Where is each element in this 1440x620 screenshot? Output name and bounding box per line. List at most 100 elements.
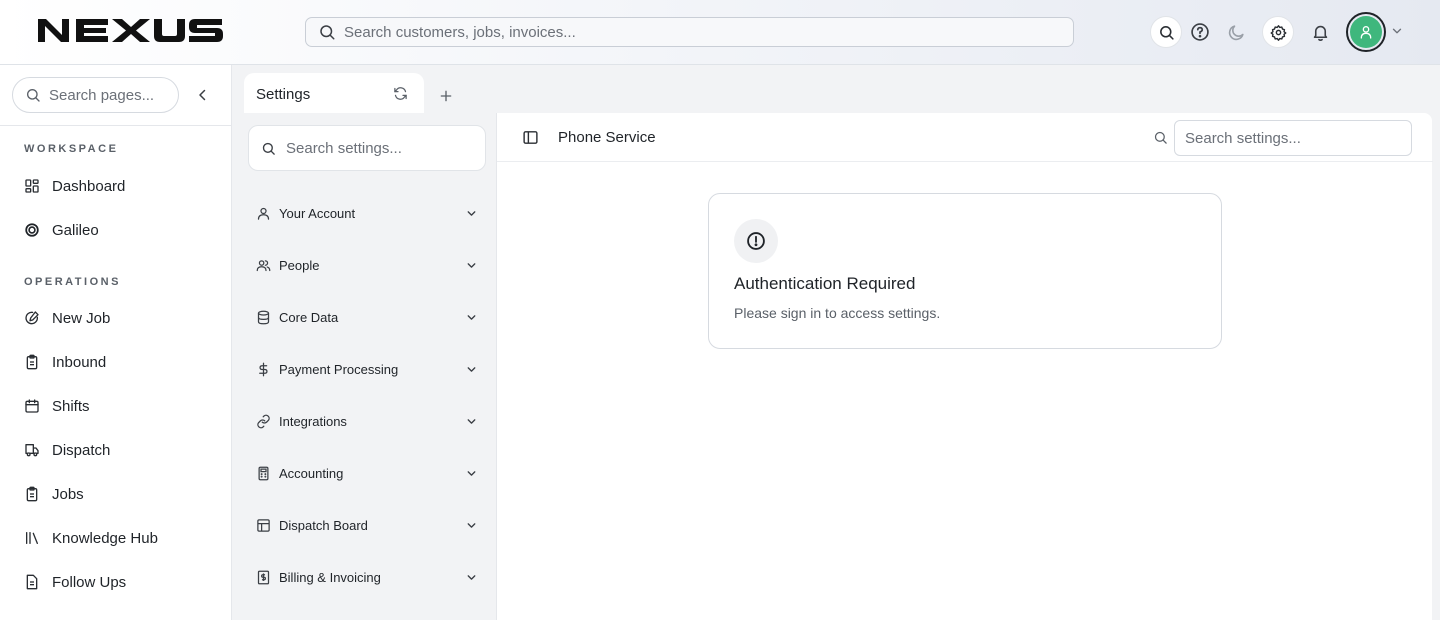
settings-category-label: Payment Processing [279,361,399,377]
sidebar-item-new-job[interactable]: New Job [12,300,220,336]
chevron-down-icon [465,259,478,272]
sidebar-item-label: New Job [52,309,111,327]
board-icon [256,518,271,533]
clipboard-icon [24,354,40,370]
settings-category-dispatch-board[interactable]: Dispatch Board [248,507,486,543]
chevron-down-icon [465,467,478,480]
sidebar-item-label: Jobs [52,485,84,503]
help-circle-icon [1190,22,1210,42]
sidebar-item-follow-ups[interactable]: Follow Ups [12,564,220,600]
receipt-icon [256,570,271,585]
settings-category-label: Dispatch Board [279,517,368,533]
nexus-logo[interactable] [36,17,224,44]
settings-category-label: Billing & Invoicing [279,569,381,585]
sidebar-toggle-icon[interactable] [522,129,539,146]
clipboard-icon [24,486,40,502]
settings-category-billing-invoicing[interactable]: Billing & Invoicing [248,559,486,595]
refresh-icon[interactable] [393,86,408,101]
add-tab-button[interactable] [438,88,454,104]
settings-category-payment-processing[interactable]: Payment Processing [248,351,486,387]
galileo-icon [24,222,40,238]
chevron-down-icon[interactable] [1390,24,1404,38]
settings-category-accounting[interactable]: Accounting [248,455,486,491]
settings-nav-search-box[interactable] [248,125,486,171]
collapse-sidebar-button[interactable] [194,86,212,104]
sidebar-item-shifts[interactable]: Shifts [12,388,220,424]
settings-category-label: Your Account [279,205,356,221]
sidebar-item-inbound[interactable]: Inbound [12,344,220,380]
settings-category-your-account[interactable]: Your Account [248,195,486,231]
chevron-down-icon [465,519,478,532]
auth-required-card: Authentication Required Please sign in t… [708,193,1222,349]
search-icon [261,141,276,156]
chevron-down-icon [465,415,478,428]
avatar [1350,16,1382,48]
page-search-input[interactable] [49,86,169,104]
page-search-box[interactable] [12,77,179,113]
auth-message: Please sign in to access settings. [734,305,941,321]
settings-category-people[interactable]: People [248,247,486,283]
sidebar-item-label: Inbound [52,353,107,371]
dashboard-icon [24,178,40,194]
settings-category-label: Accounting [279,465,344,481]
dollar-icon [256,362,271,377]
link-icon [256,414,271,429]
search-icon [318,23,336,41]
global-search-box[interactable] [305,17,1074,47]
user-icon [256,206,271,221]
settings-button[interactable] [1262,16,1294,48]
search-button[interactable] [1150,16,1182,48]
search-icon [1153,130,1168,145]
settings-nav-panel: Your Account People Core Data Payment Pr… [240,113,496,620]
moon-icon [1227,23,1246,42]
sidebar-divider [0,125,231,126]
calculator-icon [256,466,271,481]
sidebar-item-label: Knowledge Hub [52,529,158,547]
left-sidebar: WORKSPACE Dashboard Galileo OPERATIONS N… [0,65,232,620]
settings-category-label: Core Data [279,309,339,325]
sidebar-item-dispatch[interactable]: Dispatch [12,432,220,468]
content-search-input[interactable] [1185,129,1395,147]
calendar-icon [24,398,40,414]
search-icon [1158,24,1175,41]
content-search-box[interactable] [1174,120,1412,156]
page-title: Phone Service [558,129,656,146]
top-header [0,0,1440,65]
chevron-down-icon [465,571,478,584]
sidebar-item-label: Dispatch [52,441,111,459]
sidebar-item-label: Follow Ups [52,573,127,591]
auth-title: Authentication Required [734,274,916,293]
sidebar-item-galileo[interactable]: Galileo [12,212,220,248]
sidebar-item-knowledge-hub[interactable]: Knowledge Hub [12,520,220,556]
database-icon [256,310,271,325]
search-icon [25,87,41,103]
users-icon [256,258,271,273]
sidebar-item-label: Shifts [52,397,90,415]
sidebar-item-label: Galileo [52,221,99,239]
tab-label: Settings [256,85,311,103]
tab-settings[interactable]: Settings [244,73,424,115]
chevron-down-icon [465,363,478,376]
settings-category-core-data[interactable]: Core Data [248,299,486,335]
settings-category-label: People [279,257,320,273]
settings-category-integrations[interactable]: Integrations [248,403,486,439]
help-button[interactable] [1184,16,1216,48]
user-avatar-button[interactable] [1346,12,1386,52]
theme-toggle-button[interactable] [1220,16,1252,48]
file-icon [24,574,40,590]
truck-icon [24,442,40,458]
global-search-input[interactable] [344,23,1044,41]
sidebar-item-label: Dashboard [52,177,126,195]
user-icon [1358,24,1374,40]
settings-content-panel: Phone Service Authentication Required Pl… [496,113,1433,620]
new-job-icon [24,310,40,326]
sidebar-item-jobs[interactable]: Jobs [12,476,220,512]
settings-nav-search-input[interactable] [286,139,466,157]
bell-icon [1311,23,1330,42]
alert-circle-icon [734,219,778,263]
chevron-down-icon [465,207,478,220]
sidebar-item-dashboard[interactable]: Dashboard [12,168,220,204]
gear-icon [1270,24,1287,41]
notifications-button[interactable] [1304,16,1336,48]
workspace: Settings Your Account People [232,65,1440,620]
